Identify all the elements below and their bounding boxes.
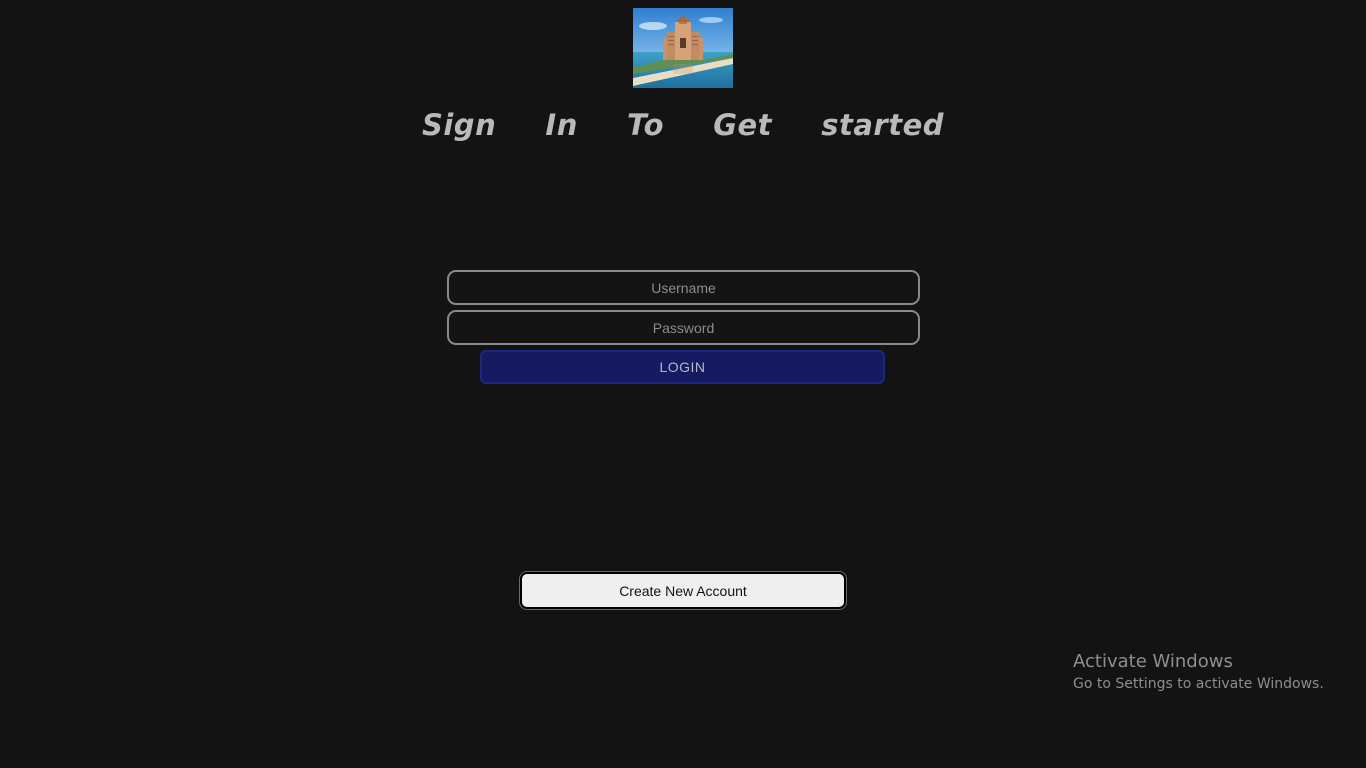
watermark-title: Activate Windows [1073,651,1233,672]
watermark-subtitle: Go to Settings to activate Windows. [1073,676,1324,692]
create-new-account-button[interactable]: Create New Account [520,572,846,609]
login-button[interactable]: LOGIN [480,350,885,384]
hotel-logo-image [633,8,733,88]
password-input[interactable] [447,310,920,345]
page-title: Sign In To Get started [421,108,945,142]
resort-hotel-icon [633,8,733,88]
windows-activation-watermark: Activate Windows Go to Settings to activ… [1073,650,1324,694]
username-input[interactable] [447,270,920,305]
login-page: Sign In To Get started LOGIN Create New … [0,0,1366,768]
